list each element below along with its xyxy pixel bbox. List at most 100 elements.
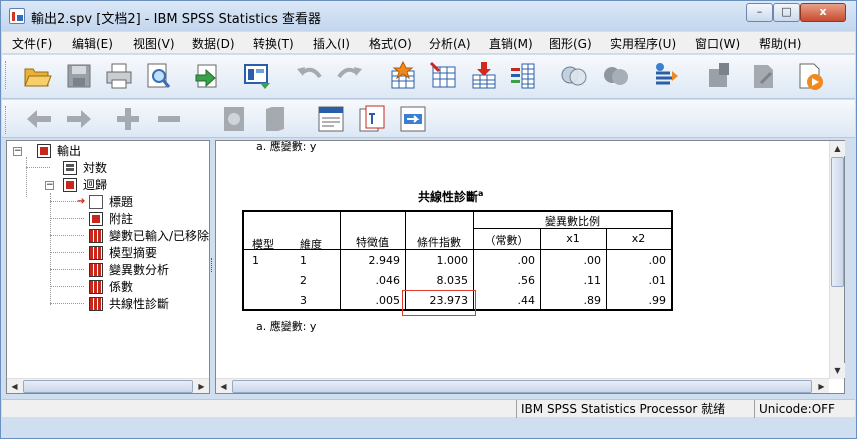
scroll-right-arrow-icon[interactable]: ▶ <box>814 379 829 393</box>
tree-item-collinearity[interactable]: 共線性診斷 <box>89 296 209 312</box>
tree-item-coefficients[interactable]: 係數 <box>89 279 209 295</box>
collapse-toggle[interactable]: − <box>45 181 54 190</box>
tree-item-label: 迴歸 <box>83 178 108 192</box>
cell-constant: .00 <box>517 254 536 267</box>
collapse-toggle[interactable]: − <box>13 147 22 156</box>
toolbar-grip[interactable] <box>5 106 8 134</box>
scrollbar-thumb[interactable] <box>232 380 812 393</box>
tree-item-label: 輸出 <box>57 144 82 158</box>
spss-app-icon <box>9 8 25 24</box>
scroll-up-arrow-icon[interactable]: ▲ <box>830 141 845 156</box>
close-button[interactable]: x <box>800 3 846 22</box>
output-horizontal-scrollbar[interactable]: ◀ ▶ <box>216 378 829 393</box>
menu-file[interactable]: 文件(F) <box>12 35 52 52</box>
scrollbar-thumb[interactable] <box>831 157 844 287</box>
dependent-variable-footnote: a. 應變數: y <box>256 320 317 333</box>
regression-icon <box>63 178 77 192</box>
cell-eigenvalue: .046 <box>375 274 401 287</box>
export-icon[interactable] <box>192 61 222 91</box>
main-toolbar <box>2 55 855 99</box>
tree-connector <box>26 157 27 197</box>
variables-icon[interactable] <box>508 61 538 91</box>
show-all-variables-icon[interactable] <box>601 61 631 91</box>
select-cases-icon[interactable] <box>652 61 682 91</box>
outline-tree-pane[interactable]: − 輸出 対数 − 迴歸 ➔ 標題 附註 變數已輸入/已移除 模型摘要 變異數分… <box>6 140 210 394</box>
tree-item-output[interactable]: − 輸出 <box>13 143 203 159</box>
menu-graphs[interactable]: 图形(G) <box>549 35 592 52</box>
save-icon[interactable] <box>64 61 94 91</box>
goto-variable-icon[interactable] <box>469 61 499 91</box>
minimize-button[interactable]: – <box>746 3 773 22</box>
expand-icon[interactable] <box>113 104 143 134</box>
tree-horizontal-scrollbar[interactable]: ◀ ▶ <box>7 378 209 393</box>
menu-insert[interactable]: 插入(I) <box>313 35 350 52</box>
menu-analyze[interactable]: 分析(A) <box>429 35 471 52</box>
maximize-button[interactable]: □ <box>773 3 800 22</box>
dependent-variable-footnote: a. 應變數: y <box>256 140 317 153</box>
tree-item-model-summary[interactable]: 模型摘要 <box>89 245 209 261</box>
table-title: 共線性診斷a <box>418 188 483 205</box>
goto-data-icon[interactable] <box>388 61 418 91</box>
cell-x1: .11 <box>583 274 602 287</box>
output-icon <box>37 144 51 158</box>
menu-help[interactable]: 帮助(H) <box>759 35 801 52</box>
menu-window[interactable]: 窗口(W) <box>695 35 740 52</box>
undo-icon[interactable] <box>294 61 324 91</box>
recall-dialog-icon[interactable] <box>242 61 272 91</box>
menu-format[interactable]: 格式(O) <box>369 35 412 52</box>
tree-connector <box>50 193 51 305</box>
tree-item-notes[interactable]: 附註 <box>89 211 209 227</box>
scroll-down-arrow-icon[interactable]: ▼ <box>830 363 845 378</box>
scrollbar-thumb[interactable] <box>23 380 193 393</box>
scroll-left-arrow-icon[interactable]: ◀ <box>216 379 231 393</box>
scroll-left-arrow-icon[interactable]: ◀ <box>7 379 22 393</box>
menu-edit[interactable]: 编辑(E) <box>72 35 113 52</box>
status-bar: IBM SPSS Statistics Processor 就绪 Unicode… <box>2 399 855 418</box>
forward-arrow-icon[interactable] <box>64 104 94 134</box>
back-arrow-icon[interactable] <box>24 104 54 134</box>
menu-transform[interactable]: 转换(T) <box>253 35 294 52</box>
tree-item-regression[interactable]: − 迴歸 <box>37 177 207 193</box>
table-icon <box>89 280 103 294</box>
print-preview-icon[interactable] <box>143 61 173 91</box>
output-vertical-scrollbar[interactable]: ▲ ▼ <box>829 141 845 379</box>
tree-item-label: 係數 <box>109 280 134 294</box>
tree-connector <box>50 286 84 287</box>
tree-connector <box>50 218 84 219</box>
tree-item-variables-entered[interactable]: 變數已輸入/已移除 <box>89 228 209 244</box>
hide-icon[interactable] <box>260 104 290 134</box>
tree-item-title[interactable]: ➔ 標題 <box>77 194 207 210</box>
menu-data[interactable]: 数据(D) <box>192 35 235 52</box>
tree-item-log[interactable]: 対数 <box>37 160 207 176</box>
tree-item-label: 模型摘要 <box>109 246 158 260</box>
menu-view[interactable]: 视图(V) <box>133 35 175 52</box>
menu-direct-marketing[interactable]: 直销(M) <box>489 35 533 52</box>
show-icon[interactable] <box>220 104 250 134</box>
print-icon[interactable] <box>104 61 134 91</box>
designate-window-icon[interactable] <box>705 61 735 91</box>
output-content-pane[interactable]: a. 應變數: y 共線性診斷a 變異數比例 模型 維度 特徵值 條件指數 （常… <box>215 140 845 394</box>
table-rule <box>242 210 244 311</box>
edit-icon[interactable] <box>749 61 779 91</box>
title-icon <box>89 195 103 209</box>
use-variable-sets-icon[interactable] <box>559 61 589 91</box>
open-icon[interactable] <box>22 61 52 91</box>
table-icon <box>89 229 103 243</box>
insert-text-icon[interactable] <box>398 104 428 134</box>
tree-item-anova[interactable]: 變異數分析 <box>89 262 209 278</box>
toolbar-grip[interactable] <box>5 61 8 89</box>
goto-case-icon[interactable] <box>429 61 459 91</box>
script-icon[interactable] <box>795 61 825 91</box>
menu-utilities[interactable]: 实用程序(U) <box>610 35 676 52</box>
table-icon <box>89 246 103 260</box>
tree-connector <box>50 235 84 236</box>
collapse-icon[interactable] <box>154 104 184 134</box>
redo-icon[interactable] <box>335 61 365 91</box>
insert-heading-icon[interactable] <box>316 104 346 134</box>
cell-model: 1 <box>252 254 259 267</box>
insert-title-icon[interactable] <box>357 104 387 134</box>
outline-toolbar <box>2 100 855 138</box>
tree-item-label: 變數已輸入/已移除 <box>109 229 210 243</box>
cell-dimension: 2 <box>300 274 307 287</box>
scroll-right-arrow-icon[interactable]: ▶ <box>194 379 209 393</box>
